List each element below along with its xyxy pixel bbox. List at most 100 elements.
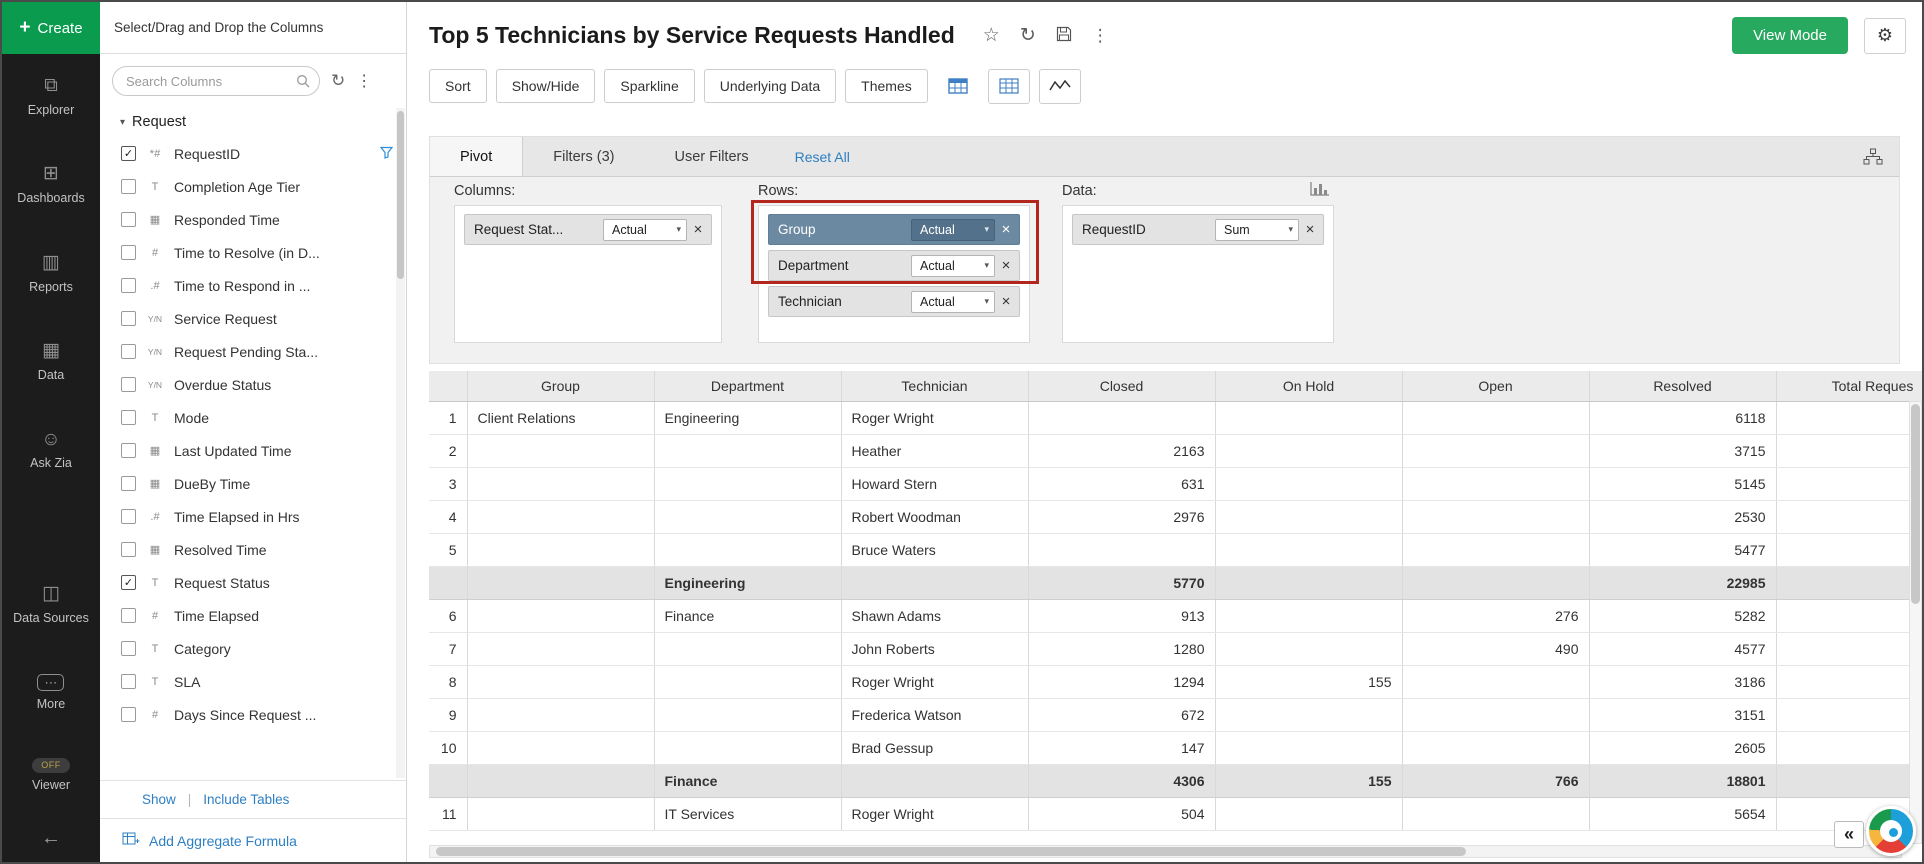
pivot-column-header[interactable]: Department (654, 371, 841, 401)
field-checkbox[interactable]: ✓ (121, 146, 136, 161)
tab-filters[interactable]: Filters (3) (523, 137, 644, 176)
field-item[interactable]: TCompletion Age Tier (100, 170, 406, 203)
sidebar-item-dashboards[interactable]: ⊞Dashboards (17, 162, 84, 206)
themes-button[interactable]: Themes (845, 69, 928, 103)
columns-dropzone-box[interactable]: Request Stat...Actual× (454, 205, 722, 343)
rows-chip-technician[interactable]: TechnicianActual× (768, 286, 1020, 317)
chip-aggregate-select[interactable]: Sum (1215, 219, 1299, 241)
fields-vertical-scrollbar[interactable] (396, 108, 405, 778)
pivot-column-header[interactable]: Technician (841, 371, 1028, 401)
chip-aggregate-select[interactable]: Actual (911, 255, 995, 277)
field-checkbox[interactable] (121, 212, 136, 227)
data-dropzone-box[interactable]: RequestIDSum× (1062, 205, 1334, 343)
pivot-column-header[interactable]: Open (1402, 371, 1589, 401)
rows-dropzone-box[interactable]: GroupActual×DepartmentActual×TechnicianA… (758, 205, 1030, 343)
pivot-column-header[interactable]: On Hold (1215, 371, 1402, 401)
field-item[interactable]: #Days Since Request ... (100, 698, 406, 731)
table-view-icon-button[interactable] (988, 69, 1030, 104)
tab-pivot[interactable]: Pivot (430, 137, 523, 176)
pivot-column-header[interactable]: Group (467, 371, 654, 401)
pivot-column-header[interactable]: Total Reques (1776, 371, 1922, 401)
pivot-column-header[interactable]: Resolved (1589, 371, 1776, 401)
pivot-view-icon-button[interactable] (937, 69, 979, 104)
chip-aggregate-select[interactable]: Actual (603, 219, 687, 241)
field-checkbox[interactable] (121, 641, 136, 656)
field-checkbox[interactable] (121, 542, 136, 557)
sidebar-item-data-sources[interactable]: ◫Data Sources (13, 582, 89, 626)
field-checkbox[interactable] (121, 509, 136, 524)
field-checkbox[interactable]: ✓ (121, 575, 136, 590)
include-tables-link[interactable]: Include Tables (203, 792, 289, 807)
vertical-scrollbar-thumb[interactable] (1911, 404, 1920, 604)
field-item[interactable]: ▦DueBy Time (100, 467, 406, 500)
columns-chip-request-stat[interactable]: Request Stat...Actual× (464, 214, 712, 245)
chip-aggregate-select[interactable]: Actual (911, 219, 995, 241)
favorite-star-icon[interactable]: ☆ (983, 26, 1000, 45)
chip-remove-icon[interactable]: × (1299, 221, 1321, 238)
search-input[interactable] (112, 66, 320, 96)
sidebar-item-ask-zia[interactable]: ☺Ask Zia (30, 428, 72, 472)
field-checkbox[interactable] (121, 179, 136, 194)
hierarchy-icon[interactable] (1863, 137, 1899, 176)
tab-user-filters[interactable]: User Filters (644, 137, 778, 176)
fields-scrollbar-thumb[interactable] (397, 111, 404, 279)
field-checkbox[interactable] (121, 278, 136, 293)
sparkline-view-icon-button[interactable] (1039, 69, 1081, 104)
field-checkbox[interactable] (121, 245, 136, 260)
field-item[interactable]: #Time to Resolve (in D... (100, 236, 406, 269)
rows-chip-group[interactable]: GroupActual× (768, 214, 1020, 245)
field-checkbox[interactable] (121, 410, 136, 425)
field-item[interactable]: #Time Elapsed (100, 599, 406, 632)
view-mode-button[interactable]: View Mode (1732, 17, 1848, 54)
field-item[interactable]: ▦Resolved Time (100, 533, 406, 566)
sort-button[interactable]: Sort (429, 69, 487, 103)
refresh-columns-icon[interactable]: ↻ (331, 71, 345, 91)
chip-remove-icon[interactable]: × (995, 293, 1017, 310)
horizontal-scrollbar-thumb[interactable] (436, 847, 1466, 856)
field-item[interactable]: Y/NService Request (100, 302, 406, 335)
field-item[interactable]: ▦Responded Time (100, 203, 406, 236)
field-item[interactable]: ▦Last Updated Time (100, 434, 406, 467)
sidebar-item-explorer[interactable]: ⧉Explorer (28, 74, 75, 118)
field-item[interactable]: Y/NRequest Pending Sta... (100, 335, 406, 368)
underlying-data-button[interactable]: Underlying Data (704, 69, 836, 103)
table-vertical-scrollbar[interactable] (1909, 401, 1922, 844)
field-item[interactable]: TCategory (100, 632, 406, 665)
sidebar-item-data[interactable]: ▦Data (38, 339, 64, 383)
create-button[interactable]: + Create (2, 2, 100, 54)
field-checkbox[interactable] (121, 674, 136, 689)
reset-all-link[interactable]: Reset All (795, 137, 850, 176)
pivot-column-header[interactable] (429, 371, 467, 401)
field-checkbox[interactable] (121, 476, 136, 491)
show-link[interactable]: Show (142, 792, 176, 807)
refresh-icon[interactable]: ↻ (1020, 26, 1036, 45)
field-item[interactable]: Y/NOverdue Status (100, 368, 406, 401)
chip-aggregate-select[interactable]: Actual (911, 291, 995, 313)
chip-remove-icon[interactable]: × (687, 221, 709, 238)
columns-menu-icon[interactable]: ⋮ (356, 71, 372, 91)
sidebar-item-reports[interactable]: ▥Reports (29, 251, 73, 295)
pivot-column-header[interactable]: Closed (1028, 371, 1215, 401)
data-chip-requestid[interactable]: RequestIDSum× (1072, 214, 1324, 245)
field-item[interactable]: .#Time Elapsed in Hrs (100, 500, 406, 533)
field-item[interactable]: TSLA (100, 665, 406, 698)
field-checkbox[interactable] (121, 707, 136, 722)
field-checkbox[interactable] (121, 377, 136, 392)
settings-gear-icon[interactable]: ⚙ (1864, 18, 1906, 54)
chip-remove-icon[interactable]: × (995, 257, 1017, 274)
field-item[interactable]: .#Time to Respond in ... (100, 269, 406, 302)
table-section-header[interactable]: ▾ Request (100, 108, 406, 137)
save-icon[interactable] (1056, 26, 1072, 46)
chevron-down-icon[interactable]: ▾ (120, 117, 125, 128)
field-checkbox[interactable] (121, 608, 136, 623)
field-checkbox[interactable] (121, 311, 136, 326)
field-item[interactable]: ✓TRequest Status (100, 566, 406, 599)
field-checkbox[interactable] (121, 344, 136, 359)
chart-bars-icon[interactable] (1310, 181, 1330, 201)
show-hide-button[interactable]: Show/Hide (496, 69, 596, 103)
field-checkbox[interactable] (121, 443, 136, 458)
sparkline-button[interactable]: Sparkline (604, 69, 694, 103)
chip-remove-icon[interactable]: × (995, 221, 1017, 238)
sidebar-item-more[interactable]: ⋯More (37, 674, 65, 713)
more-options-kebab-icon[interactable]: ⋮ (1092, 27, 1109, 44)
